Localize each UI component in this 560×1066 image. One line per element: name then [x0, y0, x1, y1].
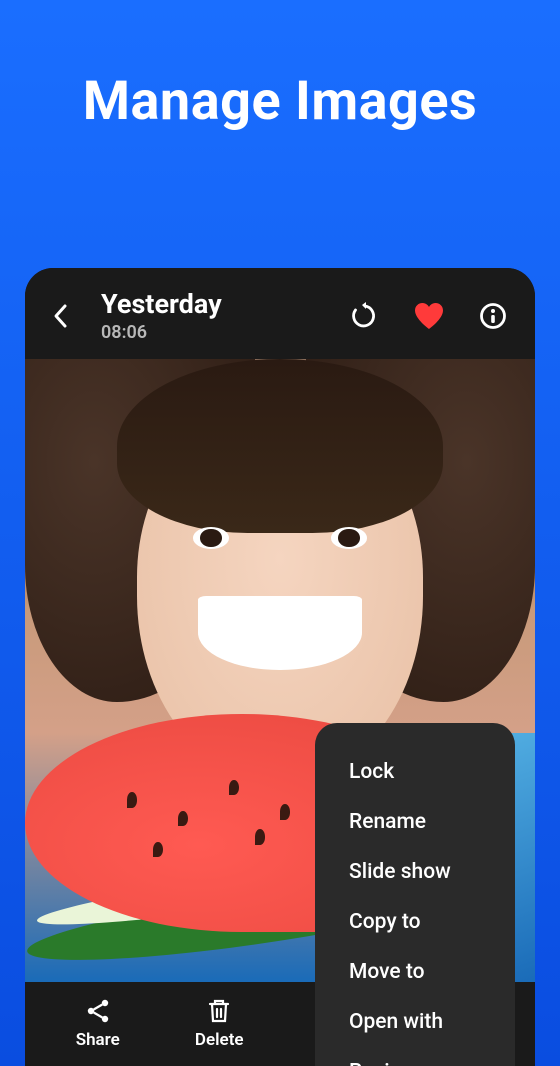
- menu-item-rename[interactable]: Rename: [315, 797, 515, 847]
- top-bar: Yesterday 08:06: [25, 268, 535, 359]
- share-icon: [85, 998, 111, 1024]
- image-date-title: Yesterday: [101, 288, 347, 320]
- back-button[interactable]: [43, 298, 79, 334]
- image-viewer-screen: Yesterday 08:06: [25, 268, 535, 1066]
- rotate-button[interactable]: [347, 298, 383, 334]
- share-label: Share: [76, 1030, 120, 1050]
- menu-item-slideshow[interactable]: Slide show: [315, 847, 515, 897]
- trash-icon: [207, 998, 231, 1024]
- menu-item-open-with[interactable]: Open with: [315, 997, 515, 1047]
- share-button[interactable]: Share: [37, 998, 159, 1050]
- favorite-button[interactable]: [411, 298, 447, 334]
- menu-item-resize[interactable]: Resize: [315, 1047, 515, 1066]
- delete-button[interactable]: Delete: [159, 998, 281, 1050]
- more-context-menu: Lock Rename Slide show Copy to Move to O…: [315, 723, 515, 1066]
- info-button[interactable]: [475, 298, 511, 334]
- info-circle-icon: [479, 302, 507, 330]
- chevron-left-icon: [51, 302, 71, 330]
- top-bar-actions: [347, 298, 511, 334]
- delete-label: Delete: [195, 1030, 244, 1050]
- image-title-block: Yesterday 08:06: [101, 288, 347, 343]
- menu-item-lock[interactable]: Lock: [315, 747, 515, 797]
- image-time: 08:06: [101, 322, 347, 343]
- heart-icon: [413, 301, 445, 331]
- menu-item-copy-to[interactable]: Copy to: [315, 897, 515, 947]
- page-title: Manage Images: [0, 70, 560, 133]
- rotate-icon: [350, 301, 380, 331]
- menu-item-move-to[interactable]: Move to: [315, 947, 515, 997]
